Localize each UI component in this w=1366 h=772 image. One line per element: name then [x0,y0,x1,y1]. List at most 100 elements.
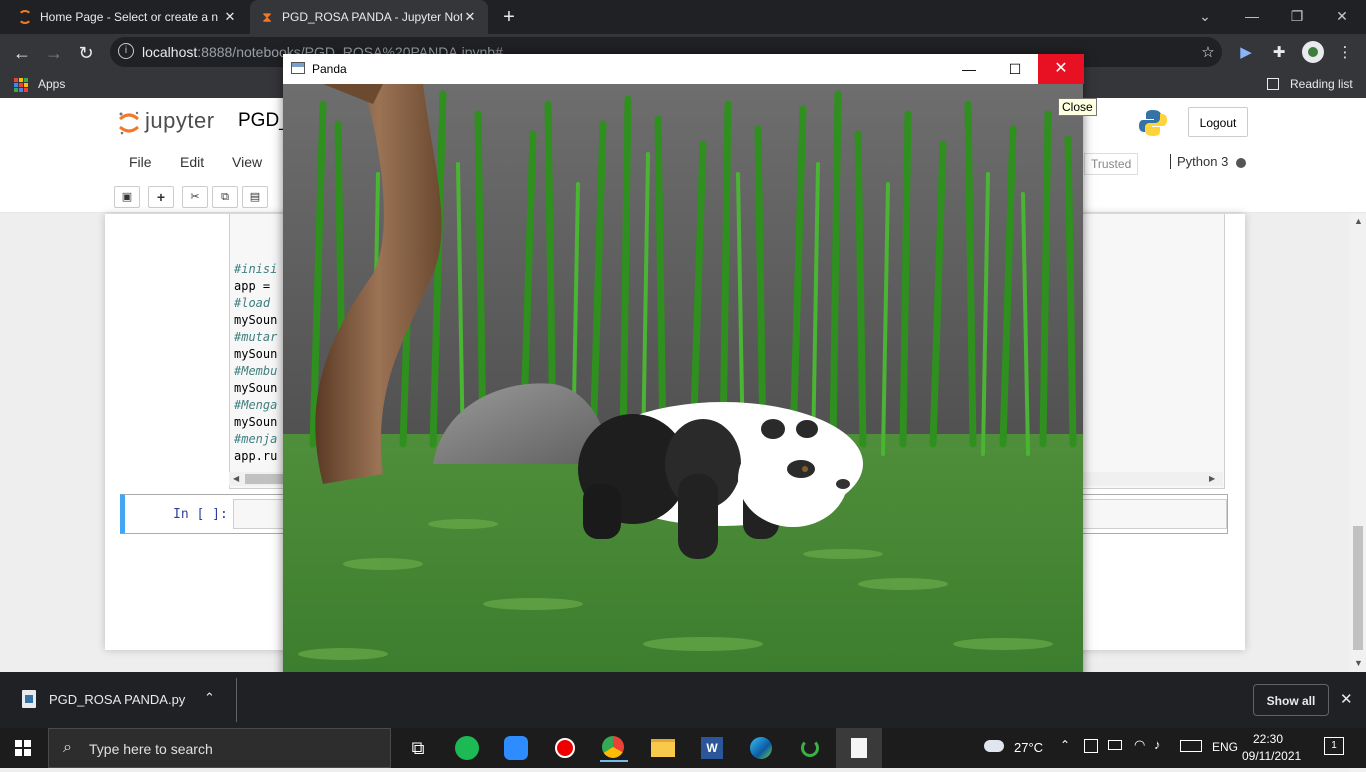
menu-view[interactable]: View [232,154,262,170]
taskbar-search[interactable]: ⌕ Type here to search [48,728,391,768]
cell-prompt: In [ ]: [173,507,228,522]
download-bar: PGD_ROSA PANDA.py ⌃ Show all ✕ [0,672,1366,728]
code-line: mySoun [234,415,278,429]
notification-count: 1 [1331,740,1337,751]
reading-list-icon [1267,78,1279,90]
show-all-button[interactable]: Show all [1253,684,1329,716]
spinner-app-icon[interactable] [796,734,824,762]
apps-bookmark[interactable]: Apps [38,77,65,91]
jupyter-logo-icon[interactable] [118,110,140,136]
apps-grid-icon [14,78,28,92]
scroll-up-icon[interactable]: ▲ [1354,216,1363,226]
url-host: localhost [142,44,198,60]
close-tab-icon[interactable]: ✕ [222,9,238,25]
search-placeholder: Type here to search [89,741,213,757]
more-menu-icon[interactable]: ⋮ [1334,42,1356,64]
wifi-icon[interactable]: ◠ [1134,737,1145,753]
minimize-window-icon[interactable]: — [1232,5,1272,27]
info-icon[interactable]: i [118,43,134,59]
chevron-up-icon[interactable]: ⌃ [204,690,215,706]
tab-search-icon[interactable]: ⌄ [1185,5,1225,27]
search-icon: ⌕ [63,739,72,756]
screen-recorder-icon[interactable] [551,734,579,762]
new-tab-button[interactable]: + [498,6,520,28]
close-download-bar-icon[interactable]: ✕ [1340,690,1353,708]
media-play-icon[interactable]: ▶ [1235,42,1257,64]
input-language[interactable]: ENG [1212,740,1238,754]
panda-scene-render [283,84,1083,684]
meet-now-icon[interactable] [1084,739,1098,753]
reading-list-button[interactable]: Reading list [1290,77,1353,91]
copy-icon[interactable]: ⧉ [212,186,238,208]
insert-cell-icon[interactable]: + [148,186,174,208]
minimize-icon[interactable]: — [946,54,992,84]
code-line: app = [234,279,278,293]
scroll-down-icon[interactable]: ▼ [1354,658,1363,668]
task-view-icon[interactable]: ⧉ [404,734,432,762]
code-line: app.ru [234,449,278,463]
notification-center-icon[interactable]: 1 [1324,737,1344,755]
notepad-icon[interactable] [836,728,882,768]
word-icon[interactable]: W [698,734,726,762]
browser-tab-bar: Home Page - Select or create a n ✕ ⧗ PGD… [0,0,1366,34]
close-tooltip: Close [1058,98,1097,116]
file-explorer-icon[interactable] [649,734,677,762]
menu-file[interactable]: File [129,154,152,170]
windows-taskbar: ⌕ Type here to search ⧉ W 27°C ⌃ ◠ ♪ ENG… [0,728,1366,768]
divider [236,678,237,722]
battery-icon[interactable] [1108,740,1122,750]
scroll-left-icon[interactable]: ◀ [233,474,239,483]
download-item[interactable]: PGD_ROSA PANDA.py [49,692,185,707]
profile-avatar[interactable] [1302,41,1324,63]
paste-icon[interactable]: ▤ [242,186,268,208]
jupyter-favicon-icon [18,10,32,24]
clock-date[interactable]: 09/11/2021 [1242,749,1301,763]
back-arrow-icon[interactable]: ← [10,42,34,64]
hourglass-favicon-icon: ⧗ [262,9,272,25]
restore-window-icon[interactable]: ❐ [1277,5,1317,27]
zoom-icon[interactable] [502,734,530,762]
code-line: mySoun [234,313,278,327]
python-logo-icon [1138,108,1168,138]
code-line: #mutar [234,330,278,344]
scrollbar-thumb[interactable] [1353,526,1363,650]
cut-icon[interactable]: ✂ [182,186,208,208]
keyboard-icon[interactable] [1180,740,1202,752]
tab-pgd-rosa-panda[interactable]: ⧗ PGD_ROSA PANDA - Jupyter Not ✕ [250,0,488,34]
spotify-icon[interactable] [453,734,481,762]
jupyter-logo-text[interactable]: jupyter [145,108,215,134]
code-line: mySoun [234,347,278,361]
notebook-name[interactable]: PGD_ [238,110,290,132]
chrome-icon[interactable] [600,734,628,762]
code-line: mySoun [234,381,278,395]
logout-button[interactable]: Logout [1188,107,1248,137]
save-icon[interactable]: ▣ [114,186,140,208]
trusted-indicator[interactable]: Trusted [1084,153,1139,175]
code-line: #Menga [234,398,278,412]
volume-icon[interactable]: ♪ [1154,737,1161,752]
close-icon[interactable]: ✕ [1038,54,1084,84]
tab-home-page[interactable]: Home Page - Select or create a n ✕ [8,0,248,34]
clock-time[interactable]: 22:30 [1246,732,1290,746]
tab-title: PGD_ROSA PANDA - Jupyter Not [282,10,462,24]
scroll-right-icon[interactable]: ▶ [1209,474,1215,483]
panda-window-titlebar[interactable]: Panda — ☐ ✕ [283,54,1084,84]
weather-temperature[interactable]: 27°C [1014,740,1043,755]
panda-3d-scene[interactable] [283,84,1083,684]
extensions-puzzle-icon[interactable]: ✚ [1268,42,1290,64]
close-window-icon[interactable]: ✕ [1322,5,1362,27]
panda-window-title: Panda [312,62,347,76]
reload-icon[interactable]: ↻ [74,42,98,64]
menu-edit[interactable]: Edit [180,154,204,170]
close-tab-icon[interactable]: ✕ [462,9,478,25]
panda-window[interactable]: Panda — ☐ ✕ [283,54,1084,684]
bookmark-star-icon[interactable]: ☆ [1197,42,1219,64]
code-line: #load [234,296,278,310]
code-line: #Membu [234,364,278,378]
maximize-icon[interactable]: ☐ [992,54,1038,84]
tray-chevron-up-icon[interactable]: ⌃ [1060,738,1070,752]
windows-start-icon[interactable] [15,740,31,756]
forward-arrow-icon[interactable]: → [42,42,66,64]
weather-cloud-icon [984,738,1006,754]
edge-icon[interactable] [747,734,775,762]
